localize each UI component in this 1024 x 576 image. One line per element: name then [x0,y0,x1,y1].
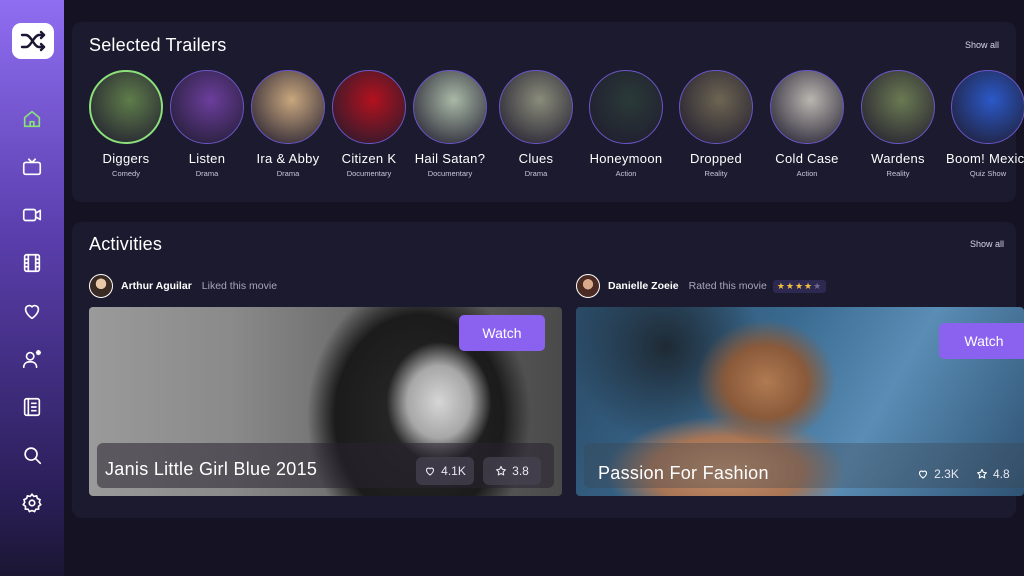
tv-icon [22,158,42,176]
trailer-thumbnail[interactable] [861,70,935,144]
film-icon [23,253,41,273]
filled-stars: ★★★★ [776,280,814,291]
trailer-thumbnail[interactable] [413,70,487,144]
activities-show-all-link[interactable]: Show all [970,239,1004,249]
nav-notes[interactable] [16,391,48,423]
trailer-title: Citizen K [341,151,397,166]
avatar[interactable] [89,274,113,298]
trailer-genre: Drama [195,169,219,178]
activity-username[interactable]: Danielle Zoeie [608,280,679,292]
likes-badge[interactable]: 4.1K [416,457,474,485]
trailer-thumbnail[interactable] [89,70,163,144]
activity-action: Liked this movie [201,280,278,292]
rating-badge[interactable]: 3.8 [483,457,541,485]
star-icon [977,468,987,479]
trailer-thumbnail[interactable] [679,70,753,144]
trailer-thumbnail[interactable] [170,70,244,144]
activity-username[interactable]: Arthur Aguilar [121,280,192,292]
nav-settings[interactable] [16,487,48,519]
settings-icon [22,493,42,513]
user-star-icon [22,349,42,369]
home-icon [23,110,41,128]
likes-badge[interactable]: 2.3K [909,460,967,488]
app-logo[interactable] [12,23,54,59]
trailer-item[interactable]: Hail Satan? Documentary [408,70,492,178]
activity-action: Rated this movie [688,280,767,292]
rating-value: 3.8 [512,464,529,478]
activity-user-1: Arthur Aguilar Liked this movie [89,274,277,298]
trailer-thumbnail[interactable] [499,70,573,144]
trailer-genre: Comedy [112,169,140,178]
trailer-title: Honeymoon [589,151,663,166]
trailer-genre: Action [615,169,637,178]
trailer-title: Boom! Mexico [946,151,1024,166]
trailer-thumbnail[interactable] [770,70,844,144]
trailer-item[interactable]: Boom! Mexico Quiz Show [946,70,1024,178]
rating-stars: ★★★★★ [772,279,827,293]
trailer-item[interactable]: Ira & Abby Drama [246,70,330,178]
trailer-title: Dropped [690,151,742,166]
trailer-genre: Documentary [346,169,392,178]
rating-value: 4.8 [993,467,1010,481]
heart-icon [919,470,928,479]
nav-profile[interactable] [16,343,48,375]
nav-favorites[interactable] [16,295,48,327]
trailer-thumbnail[interactable] [251,70,325,144]
activity-user-2: Danielle Zoeie Rated this movie ★★★★★ [576,274,827,298]
movie-card-2[interactable]: Watch Passion For Fashion 2.3K 4.8 [576,307,1024,496]
shuffle-icon [20,30,46,52]
trailer-title: Ira & Abby [256,151,320,166]
heart-icon [426,467,435,476]
trailer-item[interactable]: Citizen K Documentary [327,70,411,178]
avatar[interactable] [576,274,600,298]
trailer-item[interactable]: Diggers Comedy [84,70,168,178]
video-icon [22,208,42,222]
heart-icon [24,304,40,320]
nav-tv[interactable] [16,151,48,183]
trailer-genre: Quiz Show [969,169,1007,178]
trailer-item[interactable]: Clues Drama [494,70,578,178]
trailer-genre: Reality [886,169,910,178]
trailer-item[interactable]: Honeymoon Action [584,70,668,178]
trailer-thumbnail[interactable] [589,70,663,144]
trailer-title: Listen [188,151,226,166]
activities-title: Activities [89,234,163,254]
movie-title: Passion For Fashion [598,463,769,483]
nav-video[interactable] [16,199,48,231]
movie-title: Janis Little Girl Blue 2015 [105,459,318,479]
nav-search[interactable] [16,439,48,471]
rating-badge[interactable]: 4.8 [976,460,1024,488]
trailer-genre: Documentary [427,169,473,178]
trailer-item[interactable]: Wardens Reality [856,70,940,178]
watch-button[interactable]: Watch [939,323,1024,359]
trailers-title: Selected Trailers [89,35,227,55]
trailer-title: Hail Satan? [414,151,486,166]
sidebar [0,0,64,576]
trailer-genre: Drama [276,169,300,178]
trailer-genre: Drama [524,169,548,178]
trailer-thumbnail[interactable] [951,70,1024,144]
trailer-item[interactable]: Listen Drama [165,70,249,178]
star-icon [496,465,507,476]
trailer-item[interactable]: Cold Case Action [765,70,849,178]
watch-button[interactable]: Watch [459,315,545,351]
trailer-title: Clues [518,151,554,166]
nav-movies[interactable] [16,247,48,279]
empty-stars: ★ [813,280,823,291]
trailer-genre: Reality [704,169,728,178]
trailer-thumbnail[interactable] [332,70,406,144]
trailer-genre: Action [796,169,818,178]
movie-card-1[interactable]: Watch Janis Little Girl Blue 2015 4.1K 3… [89,307,562,496]
trailers-show-all-link[interactable]: Show all [965,40,999,50]
search-icon [24,447,42,465]
trailer-title: Cold Case [775,151,839,166]
nav-home[interactable] [16,103,48,135]
trailer-item[interactable]: Dropped Reality [674,70,758,178]
notes-icon [23,397,41,417]
trailer-title: Wardens [871,151,925,166]
trailer-title: Diggers [102,151,150,166]
likes-count: 2.3K [934,467,959,481]
likes-count: 4.1K [441,464,466,478]
